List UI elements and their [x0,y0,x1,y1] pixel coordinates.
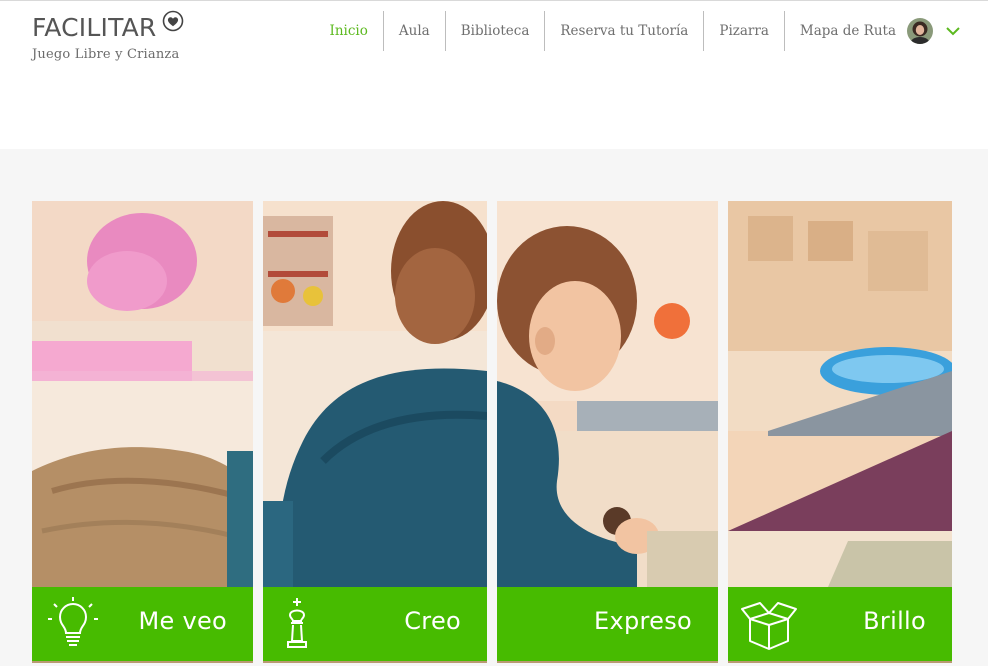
site-header: FACILITAR Juego Libre y Crianza Inicio A… [0,0,988,149]
tile-photo [32,201,253,587]
tile-photo [728,201,952,587]
tile-label: Expreso [594,607,692,635]
tile-photo [263,201,487,587]
main-content: Me veo Creo Expreso Brillo [0,149,988,666]
tile-bar: Creo [263,587,487,661]
user-avatar[interactable] [907,18,933,44]
chess-king-icon [287,598,307,648]
tile-brillo[interactable]: Brillo [728,201,952,663]
tile-label: Me veo [138,607,227,635]
tile-expreso[interactable]: Expreso [497,201,718,663]
nav-item-biblioteca[interactable]: Biblioteca [444,11,545,51]
brand[interactable]: FACILITAR Juego Libre y Crianza [32,10,184,62]
nav-item-aula[interactable]: Aula [382,11,445,51]
tile-photo [497,201,718,587]
tile-underline [32,661,253,663]
open-box-icon [741,602,797,650]
nav-item-reserva-tutoria[interactable]: Reserva tu Tutoría [544,11,703,51]
nav-item-inicio[interactable]: Inicio [315,11,383,51]
tile-underline [728,661,952,663]
top-border [0,0,988,4]
heart-icon [162,8,184,32]
lightbulb-icon [48,597,98,646]
chevron-down-icon[interactable] [945,23,961,39]
brand-title-row: FACILITAR [32,10,184,44]
nav-item-pizarra[interactable]: Pizarra [703,11,784,51]
main-nav: Inicio Aula Biblioteca Reserva tu Tutorí… [315,11,961,51]
tile-me-veo[interactable]: Me veo [32,201,253,663]
brand-title: FACILITAR [32,13,157,42]
tile-bar: Brillo [728,587,952,661]
nav-item-mapa-de-ruta[interactable]: Mapa de Ruta [783,11,911,51]
tile-bar: Me veo [32,587,253,661]
tile-underline [497,661,718,663]
tile-label: Brillo [863,607,926,635]
tile-underline [263,661,487,663]
tile-bar: Expreso [497,587,718,661]
tile-label: Creo [404,607,461,635]
brand-subtitle: Juego Libre y Crianza [32,47,180,62]
tile-creo[interactable]: Creo [263,201,487,663]
